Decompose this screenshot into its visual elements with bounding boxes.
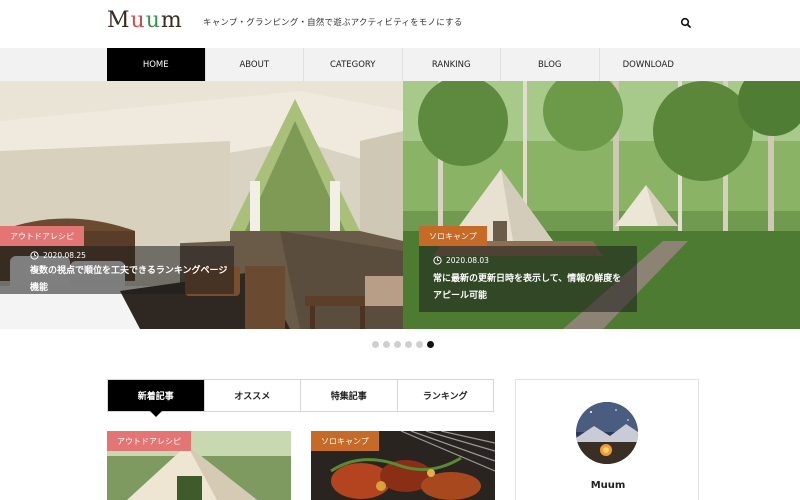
avatar-image-night-camp bbox=[576, 402, 638, 464]
nav-item-category[interactable]: CATEGORY bbox=[303, 48, 402, 81]
nav-item-download[interactable]: DOWNLOAD bbox=[598, 48, 698, 81]
slider-dot[interactable] bbox=[383, 341, 390, 348]
card-category-badge[interactable]: ソロキャンプ bbox=[311, 431, 379, 451]
article-card[interactable]: ソロキャンプ bbox=[311, 431, 495, 500]
slider-dot[interactable] bbox=[394, 341, 401, 348]
card-category-badge[interactable]: アウトドアレシピ bbox=[107, 431, 191, 451]
slider-dot-active[interactable] bbox=[427, 341, 434, 348]
tab-ranking[interactable]: ランキング bbox=[396, 380, 494, 411]
global-nav: HOME ABOUT CATEGORY RANKING BLOG DOWNLOA… bbox=[0, 48, 800, 81]
profile-name: Muum bbox=[590, 480, 626, 491]
slider-dot[interactable] bbox=[405, 341, 412, 348]
hero-slider: アウトドアレシピ 2020.08.25 複数の視点で順位を工夫できるランキングペ… bbox=[0, 81, 800, 329]
slide-title-wrap: 複数の視点で順位を工夫できるランキングページ機能 bbox=[0, 263, 234, 293]
slide-title[interactable]: 複数の視点で順位を工夫できるランキングページ機能 bbox=[30, 263, 234, 297]
nav-item-home[interactable]: HOME bbox=[107, 48, 205, 81]
avatar[interactable] bbox=[576, 402, 638, 464]
nav-item-about[interactable]: ABOUT bbox=[204, 48, 304, 81]
article-card[interactable]: アウトドアレシピ bbox=[107, 431, 291, 500]
article-tabs: 新着記事 オススメ 特集記事 ランキング bbox=[107, 379, 494, 417]
slide-caption[interactable]: 2020.08.03 常に最新の更新日時を表示して、情報の鮮度をアピール可能 bbox=[419, 246, 637, 312]
slider-dot[interactable] bbox=[416, 341, 423, 348]
tab-new-articles[interactable]: 新着記事 bbox=[108, 380, 204, 417]
slide-glamping-interior[interactable]: アウトドアレシピ 2020.08.25 複数の視点で順位を工夫できるランキングペ… bbox=[0, 81, 403, 329]
slide-date-text: 2020.08.03 bbox=[446, 256, 489, 265]
slide-category-badge[interactable]: ソロキャンプ bbox=[419, 226, 487, 246]
slide-date: 2020.08.25 bbox=[30, 251, 86, 260]
clock-icon bbox=[30, 251, 39, 260]
slide-forest-camp[interactable]: ソロキャンプ 2020.08.03 常に最新の更新日時を表示して、情報の鮮度をア… bbox=[403, 81, 800, 329]
tab-featured[interactable]: 特集記事 bbox=[300, 380, 397, 411]
slider-pagination bbox=[372, 341, 434, 348]
profile-widget: Muum bbox=[515, 379, 699, 500]
tab-recommended[interactable]: オススメ bbox=[203, 380, 301, 411]
clock-icon bbox=[433, 256, 442, 265]
slide-date-text: 2020.08.25 bbox=[43, 251, 86, 260]
site-tagline: キャンプ・グランピング・自然で遊ぶアクティビティをモノにする bbox=[203, 18, 463, 28]
slide-title[interactable]: 常に最新の更新日時を表示して、情報の鮮度をアピール可能 bbox=[433, 271, 628, 305]
nav-item-ranking[interactable]: RANKING bbox=[401, 48, 501, 81]
slide-category-badge[interactable]: アウトドアレシピ bbox=[0, 226, 84, 246]
nav-item-blog[interactable]: BLOG bbox=[500, 48, 599, 81]
search-icon[interactable] bbox=[678, 15, 694, 31]
site-logo[interactable]: Muum bbox=[107, 8, 183, 33]
site-header: Muum キャンプ・グランピング・自然で遊ぶアクティビティをモノにする bbox=[0, 0, 800, 48]
slider-dot[interactable] bbox=[372, 341, 379, 348]
slide-date: 2020.08.03 bbox=[433, 256, 637, 265]
